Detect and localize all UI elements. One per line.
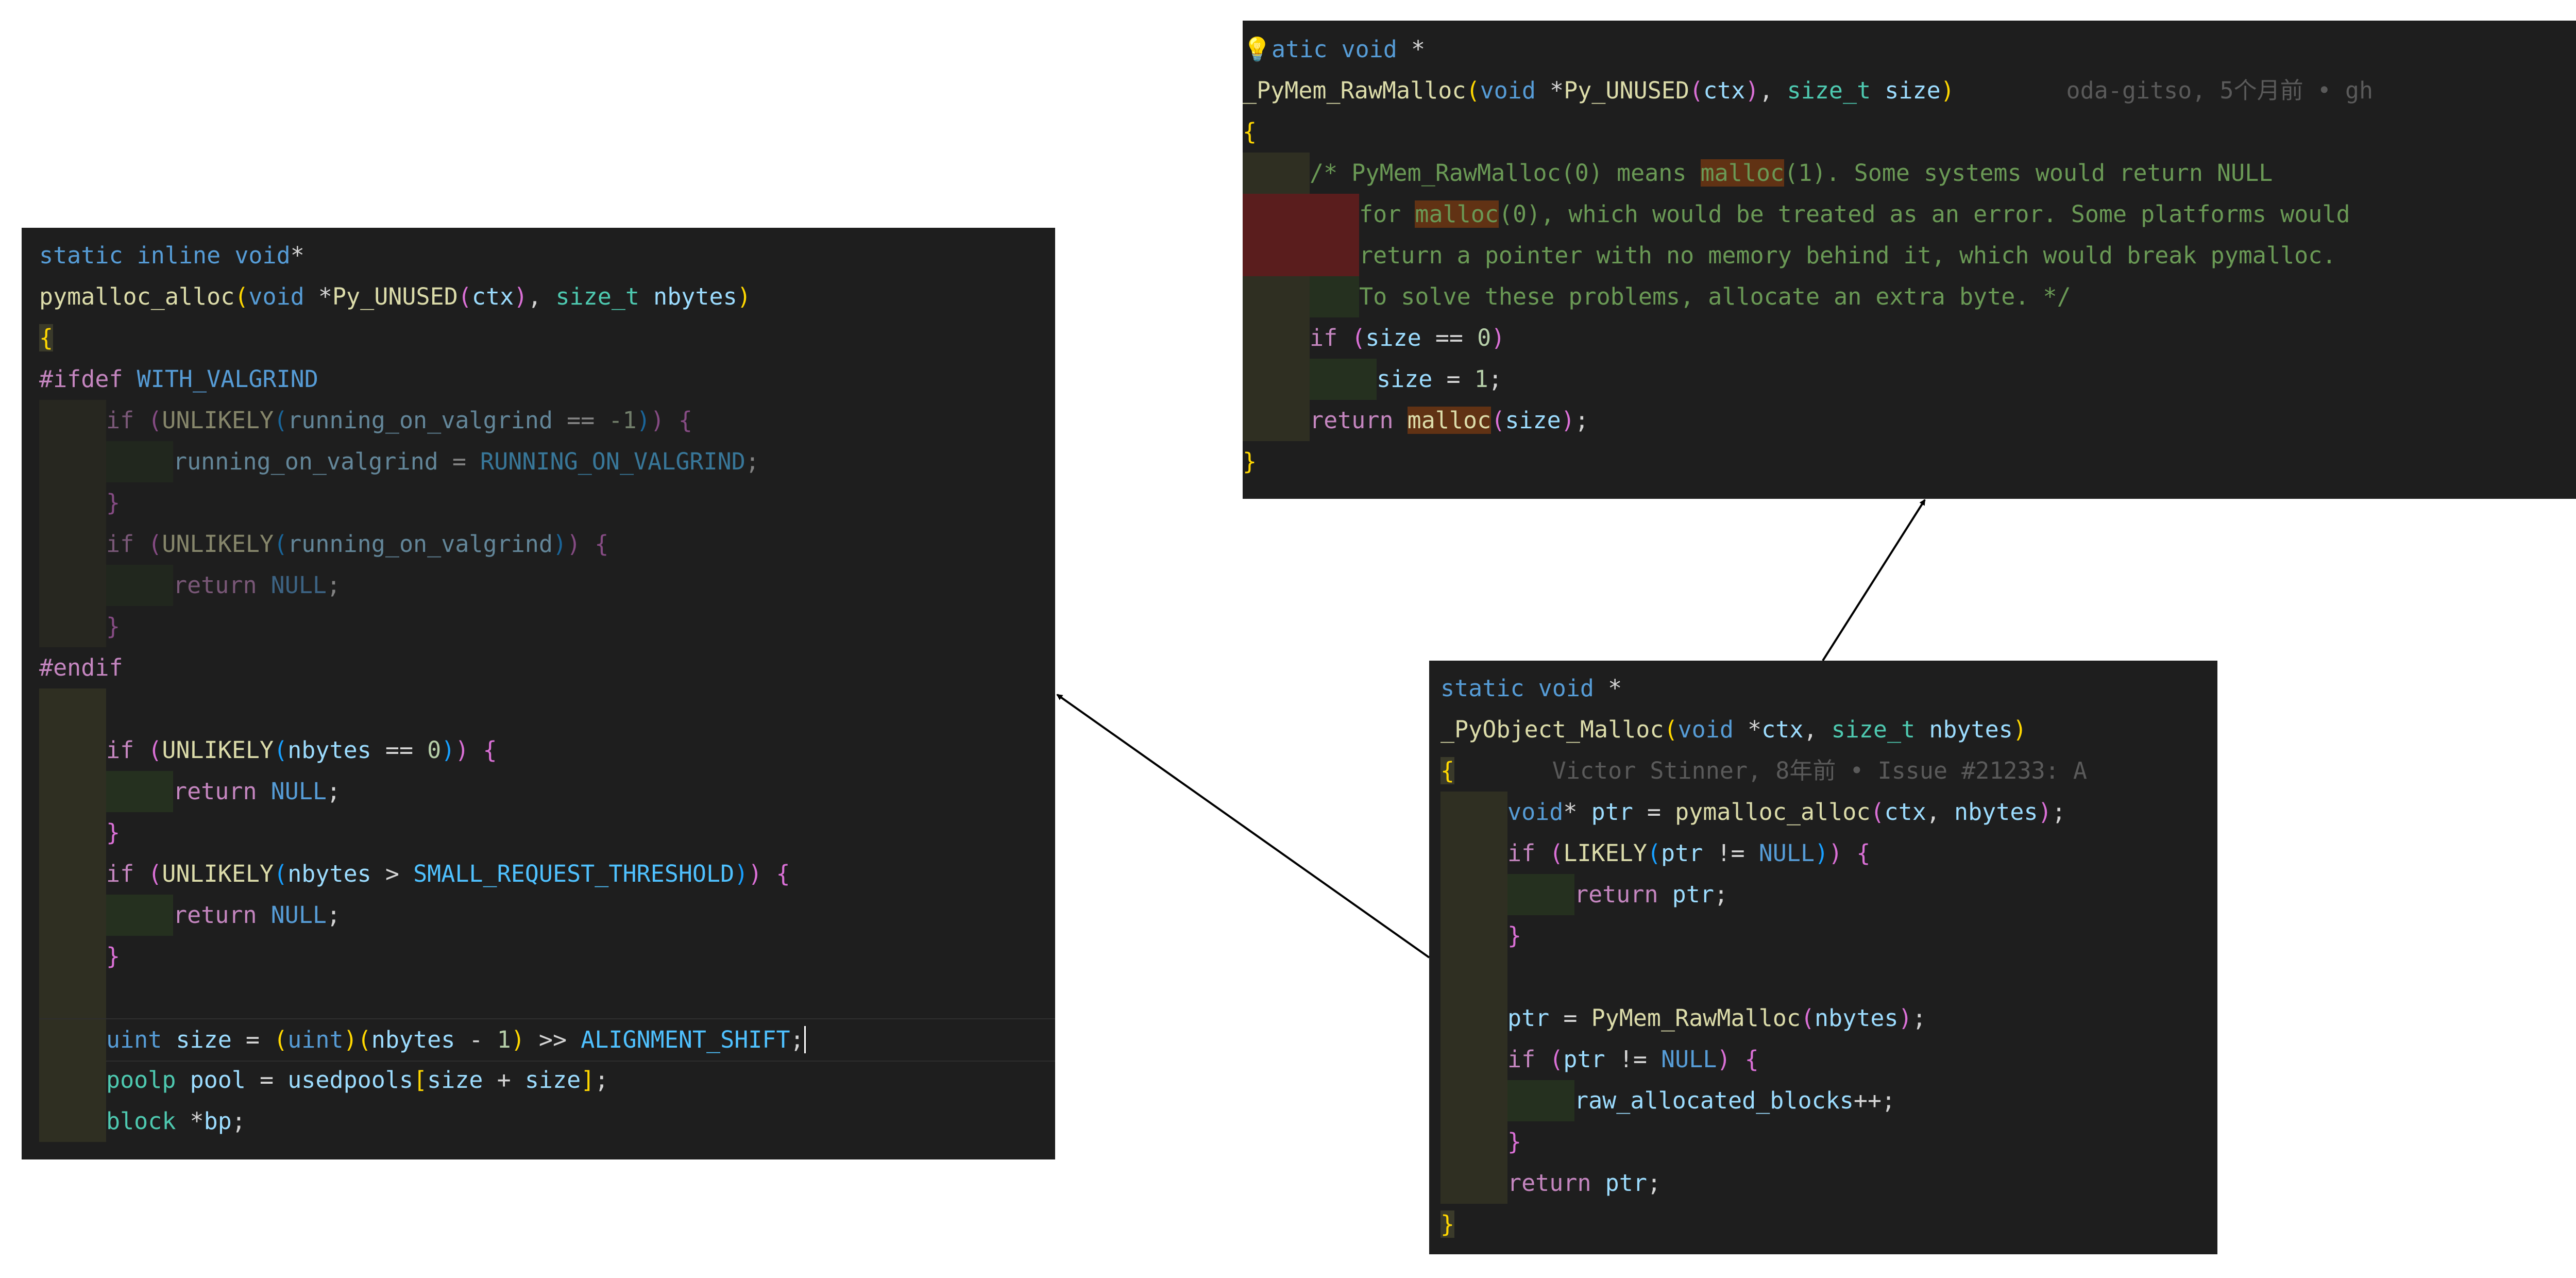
- arrow-to-pymem-rawmalloc: [1823, 500, 1925, 661]
- call-arrows: [0, 0, 2576, 1278]
- arrow-to-pymalloc-alloc: [1057, 695, 1429, 957]
